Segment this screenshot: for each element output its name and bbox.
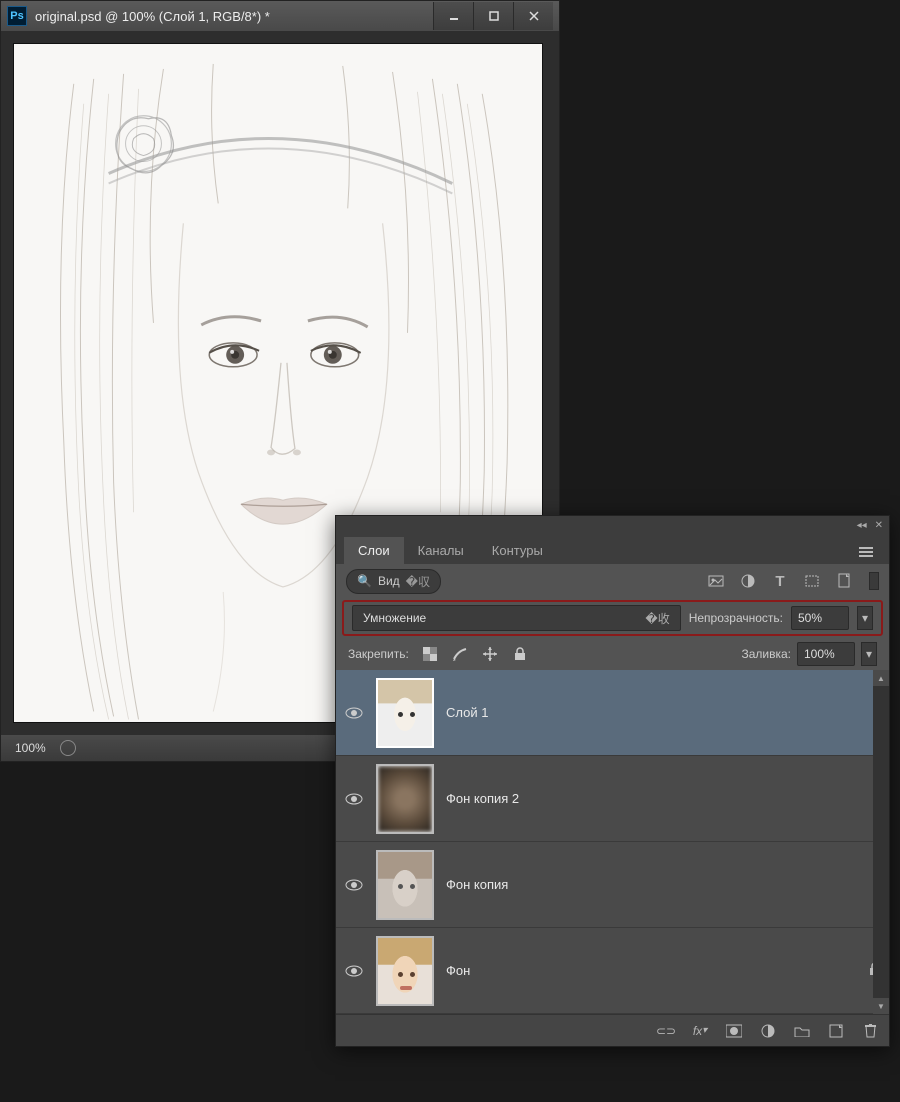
layer-row[interactable]: Фон — [336, 928, 889, 1014]
titlebar[interactable]: Ps original.psd @ 100% (Слой 1, RGB/8*) … — [1, 1, 559, 31]
lock-position-icon[interactable] — [481, 645, 499, 663]
layer-thumbnail[interactable] — [376, 678, 434, 748]
filter-row: 🔍 Вид �収 T — [336, 564, 889, 598]
fill-arrow[interactable]: ▾ — [861, 642, 877, 666]
layer-row[interactable]: Слой 1 — [336, 670, 889, 756]
tab-paths[interactable]: Контуры — [478, 537, 557, 564]
panel-footer: ⊂⊃ fx▾ — [336, 1014, 889, 1046]
collapse-icon[interactable]: ◂◂ — [857, 520, 867, 531]
lock-all-icon[interactable] — [511, 645, 529, 663]
search-icon: 🔍 — [357, 574, 372, 588]
blend-mode-value: Умножение — [363, 611, 426, 625]
layers-panel: ◂◂ ✕ Слои Каналы Контуры 🔍 Вид �収 T Умно… — [335, 515, 890, 1047]
layer-thumbnail[interactable] — [376, 850, 434, 920]
filter-toggle[interactable] — [869, 572, 879, 590]
filter-shape-icon[interactable] — [803, 572, 821, 590]
layer-thumbnail[interactable] — [376, 764, 434, 834]
scroll-up-icon[interactable]: ▲ — [873, 670, 889, 686]
blend-opacity-row: Умножение �收 Непрозрачность: 50% ▾ — [342, 600, 883, 636]
panel-tabs: Слои Каналы Контуры — [336, 534, 889, 564]
zoom-level[interactable]: 100% — [15, 741, 46, 755]
panel-topbar[interactable]: ◂◂ ✕ — [336, 516, 889, 534]
layer-filter-dropdown[interactable]: 🔍 Вид �収 — [346, 569, 441, 594]
layer-name[interactable]: Фон копия 2 — [446, 791, 519, 806]
layer-row[interactable]: Фон копия — [336, 842, 889, 928]
opacity-arrow[interactable]: ▾ — [857, 606, 873, 630]
lock-row: Закрепить: Заливка: 100% ▾ — [336, 638, 889, 670]
filter-smart-icon[interactable] — [835, 572, 853, 590]
filter-pixel-icon[interactable] — [707, 572, 725, 590]
group-icon[interactable] — [793, 1022, 811, 1040]
layer-row[interactable]: Фон копия 2 — [336, 756, 889, 842]
link-layers-icon[interactable]: ⊂⊃ — [657, 1022, 675, 1040]
scrollbar[interactable]: ▲ ▼ — [873, 670, 889, 1014]
filter-type-icon[interactable]: T — [771, 572, 789, 590]
layer-fx-icon[interactable]: fx▾ — [691, 1022, 709, 1040]
fill-label: Заливка: — [741, 647, 791, 661]
lock-pixels-icon[interactable] — [451, 645, 469, 663]
panel-close-icon[interactable]: ✕ — [875, 520, 883, 531]
scroll-down-icon[interactable]: ▼ — [873, 998, 889, 1014]
photoshop-icon: Ps — [7, 6, 27, 26]
close-button[interactable] — [513, 2, 553, 30]
tab-channels[interactable]: Каналы — [404, 537, 478, 564]
opacity-label: Непрозрачность: — [689, 611, 783, 625]
layer-name[interactable]: Слой 1 — [446, 705, 488, 720]
maximize-button[interactable] — [473, 2, 513, 30]
panel-menu-button[interactable] — [851, 540, 881, 564]
status-indicator-icon — [60, 740, 76, 756]
layer-mask-icon[interactable] — [725, 1022, 743, 1040]
layer-thumbnail[interactable] — [376, 936, 434, 1006]
filter-label: Вид — [378, 574, 400, 588]
adjustment-layer-icon[interactable] — [759, 1022, 777, 1040]
visibility-toggle[interactable] — [344, 875, 364, 895]
opacity-value: 50% — [798, 611, 822, 625]
fill-field[interactable]: 100% — [797, 642, 855, 666]
visibility-toggle[interactable] — [344, 961, 364, 981]
minimize-button[interactable] — [433, 2, 473, 30]
layers-list: Слой 1 Фон копия 2 Фон копия Фон — [336, 670, 889, 1014]
new-layer-icon[interactable] — [827, 1022, 845, 1040]
delete-layer-icon[interactable] — [861, 1022, 879, 1040]
document-title: original.psd @ 100% (Слой 1, RGB/8*) * — [35, 9, 433, 24]
dropdown-arrows-icon: �收 — [645, 610, 669, 627]
visibility-toggle[interactable] — [344, 703, 364, 723]
tab-layers[interactable]: Слои — [344, 537, 404, 564]
opacity-field[interactable]: 50% — [791, 606, 849, 630]
fill-value: 100% — [804, 647, 835, 661]
updown-icon: �収 — [406, 573, 430, 590]
lock-transparency-icon[interactable] — [421, 645, 439, 663]
blend-mode-dropdown[interactable]: Умножение �收 — [352, 605, 681, 631]
filter-adjust-icon[interactable] — [739, 572, 757, 590]
visibility-toggle[interactable] — [344, 789, 364, 809]
layer-name[interactable]: Фон копия — [446, 877, 508, 892]
lock-label: Закрепить: — [348, 647, 409, 661]
layer-name[interactable]: Фон — [446, 963, 470, 978]
